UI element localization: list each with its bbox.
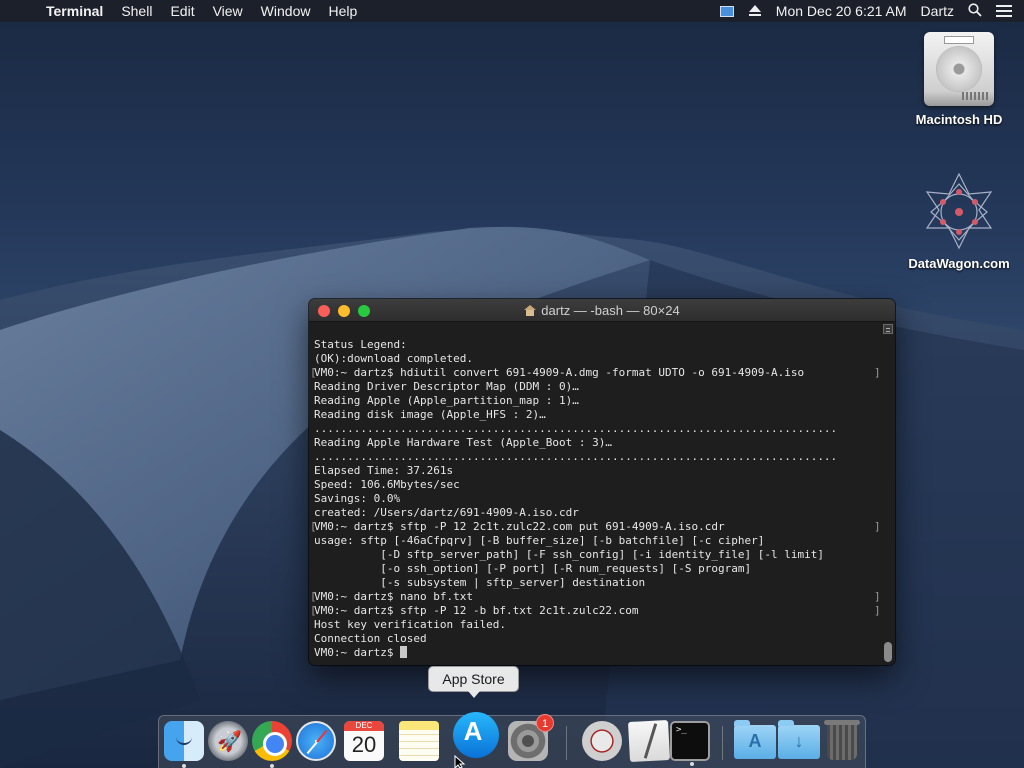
terminal-prompt-line[interactable]: VM0:~ dartz$ (314, 646, 875, 660)
spotlight-search-icon[interactable] (968, 2, 982, 20)
terminal-scrollbar[interactable] (883, 324, 893, 662)
running-indicator (270, 764, 274, 768)
calendar-icon[interactable]: DEC 20 (344, 721, 384, 761)
desktop-icon-label: Macintosh HD (915, 112, 1003, 127)
terminal-titlebar[interactable]: dartz — -bash — 80×24 (309, 299, 895, 322)
menu-view[interactable]: View (204, 0, 252, 22)
chrome-icon[interactable] (252, 721, 292, 768)
dock-separator (722, 726, 723, 760)
home-icon (524, 304, 537, 316)
running-indicator (690, 762, 694, 766)
notification-badge: 1 (536, 714, 554, 732)
menu-help[interactable]: Help (319, 0, 366, 22)
dock: DEC 20 1 A ↓ (158, 712, 866, 768)
textedit-icon[interactable] (627, 719, 671, 763)
terminal-line: Connection closed (314, 632, 427, 645)
downloads-folder-icon[interactable]: ↓ (778, 720, 820, 759)
terminal-line: VM0:~ dartz$ hdiutil convert 691-4909-A.… (310, 366, 881, 380)
close-window-button[interactable] (318, 305, 330, 317)
eject-icon[interactable] (748, 5, 762, 17)
system-preferences-icon[interactable]: 1 (508, 714, 554, 761)
window-title: dartz — -bash — 80×24 (309, 303, 895, 318)
terminal-icon[interactable] (670, 721, 710, 766)
app-store-icon[interactable] (453, 712, 499, 758)
desktop-icon-macintosh-hd[interactable]: Macintosh HD (904, 32, 1014, 127)
calendar-day: 20 (351, 732, 377, 757)
terminal-line: VM0:~ dartz$ sftp -P 12 -b bf.txt 2c1t.z… (310, 604, 881, 618)
menu-shell[interactable]: Shell (112, 0, 161, 22)
datawagon-logo-icon (925, 172, 993, 250)
finder-icon[interactable] (164, 721, 204, 768)
window-title-text: dartz — -bash — 80×24 (541, 302, 680, 318)
terminal-window: dartz — -bash — 80×24 Status Legend: (OK)… (309, 299, 895, 665)
terminal-line: Elapsed Time: 37.261s (314, 464, 454, 477)
text-cursor (400, 646, 408, 658)
terminal-line: ........................................… (314, 450, 838, 463)
terminal-line: Reading Apple (Apple_partition_map : 1)… (314, 394, 579, 407)
mouse-pointer-icon (454, 755, 466, 768)
dock-separator (566, 726, 567, 760)
menu-window[interactable]: Window (252, 0, 320, 22)
notes-icon[interactable] (399, 721, 439, 761)
terminal-output: Status Legend:(OK):download completed.VM… (310, 338, 881, 660)
display-icon[interactable] (719, 5, 734, 17)
menu-edit[interactable]: Edit (161, 0, 203, 22)
menubar-clock[interactable]: Mon Dec 20 6:21 AM (776, 3, 907, 19)
calendar-month: DEC (344, 721, 384, 731)
menu-terminal[interactable]: Terminal (40, 0, 112, 22)
terminal-line: Reading disk image (Apple_HFS : 2)… (314, 408, 546, 421)
terminal-line: VM0:~ dartz$ nano bf.txt (310, 590, 881, 604)
terminal-line: usage: sftp [-46aCfpqrv] [-B buffer_size… (314, 534, 765, 547)
terminal-line: [-D sftp_server_path] [-F ssh_config] [-… (314, 548, 824, 561)
terminal-line: [-o ssh_option] [-P port] [-R num_reques… (314, 562, 752, 575)
trash-icon[interactable] (824, 720, 860, 760)
terminal-line: Reading Apple Hardware Test (Apple_Boot … (314, 436, 613, 449)
terminal-line: [-s subsystem | sftp_server] destination (314, 576, 646, 589)
launchpad-icon[interactable] (208, 721, 248, 761)
download-arrow-icon: ↓ (794, 731, 804, 751)
terminal-line: Host key verification failed. (314, 618, 507, 631)
applications-glyph-icon: A (748, 731, 762, 751)
photo-booth-icon[interactable] (582, 721, 622, 761)
scrollbar-thumb[interactable] (884, 642, 892, 662)
zoom-window-button[interactable] (358, 305, 370, 317)
split-pane-icon[interactable] (883, 324, 893, 334)
terminal-line: ........................................… (314, 422, 838, 435)
notification-center-icon[interactable] (996, 5, 1012, 17)
hard-drive-icon (924, 32, 994, 106)
applications-folder-icon[interactable]: A (734, 720, 776, 759)
menubar-user[interactable]: Dartz (921, 3, 954, 19)
terminal-content[interactable]: Status Legend:(OK):download completed.VM… (309, 322, 895, 665)
terminal-line: Savings: 0.0% (314, 492, 401, 505)
terminal-line: VM0:~ dartz$ sftp -P 12 2c1t.zulc22.com … (310, 520, 881, 534)
dock-tooltip: App Store (428, 666, 519, 698)
desktop-icon-label: DataWagon.com (908, 256, 1010, 271)
terminal-prompt: VM0:~ dartz$ (314, 646, 401, 659)
running-indicator (182, 764, 186, 768)
minimize-window-button[interactable] (338, 305, 350, 317)
menu-bar: Terminal Shell Edit View Window Help Mon… (0, 0, 1024, 22)
terminal-line: created: /Users/dartz/691-4909-A.iso.cdr (314, 506, 579, 519)
terminal-line: Status Legend: (314, 338, 407, 351)
safari-icon[interactable] (296, 721, 336, 761)
terminal-line: Reading Driver Descriptor Map (DDM : 0)… (314, 380, 579, 393)
desktop-icon-datawagon[interactable]: DataWagon.com (904, 170, 1014, 271)
terminal-line: Speed: 106.6Mbytes/sec (314, 478, 460, 491)
terminal-line: (OK):download completed. (314, 352, 473, 365)
